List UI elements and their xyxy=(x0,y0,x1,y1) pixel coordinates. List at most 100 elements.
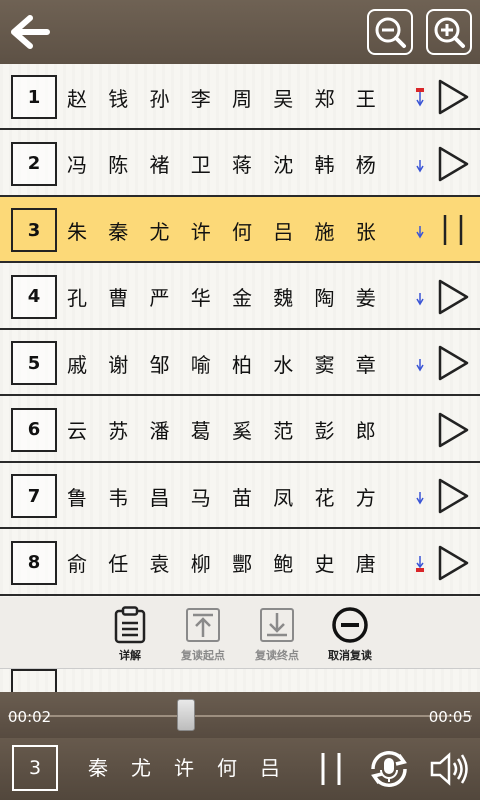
surname[interactable]: 陶 xyxy=(315,282,356,311)
back-button[interactable] xyxy=(8,10,52,54)
list-item[interactable]: 7鲁韦昌马苗凤花方 xyxy=(0,463,480,529)
surname[interactable]: 金 xyxy=(232,282,273,311)
surname[interactable]: 史 xyxy=(315,548,356,577)
zoom-in-button[interactable] xyxy=(426,9,472,55)
surname[interactable]: 陈 xyxy=(108,149,149,178)
surname[interactable]: 任 xyxy=(108,548,149,577)
surname[interactable]: 韦 xyxy=(108,482,149,511)
row-pause-button[interactable] xyxy=(434,211,472,249)
surname[interactable]: 施 xyxy=(315,216,356,245)
list-item[interactable]: 2冯陈褚卫蒋沈韩杨 xyxy=(0,131,480,197)
surname[interactable]: 沈 xyxy=(273,149,314,178)
surname[interactable]: 尤 xyxy=(150,216,191,245)
row-names: 赵钱孙李周吴郑王 xyxy=(67,64,397,130)
surname[interactable]: 戚 xyxy=(67,349,108,378)
list-item[interactable]: 6云苏潘葛奚范彭郎 xyxy=(0,397,480,463)
current-names: 秦尤许何吕 xyxy=(88,752,303,781)
surname[interactable]: 秦 xyxy=(108,216,149,245)
surname[interactable]: 吴 xyxy=(273,83,314,112)
surname[interactable]: 马 xyxy=(191,482,232,511)
surname[interactable]: 郑 xyxy=(315,83,356,112)
surname[interactable]: 郎 xyxy=(356,415,397,444)
surname[interactable]: 昌 xyxy=(150,482,191,511)
surname[interactable]: 孔 xyxy=(67,282,108,311)
surname[interactable]: 范 xyxy=(273,415,314,444)
surname[interactable]: 方 xyxy=(356,482,397,511)
list-item[interactable]: 4孔曹严华金魏陶姜 xyxy=(0,264,480,330)
surname[interactable]: 苏 xyxy=(108,415,149,444)
repeat-start-button[interactable]: 复读起点 xyxy=(163,605,243,663)
row-play-button[interactable] xyxy=(434,145,472,183)
surname[interactable]: 吕 xyxy=(273,216,314,245)
zoom-out-button[interactable] xyxy=(367,9,413,55)
surname[interactable]: 张 xyxy=(356,216,397,245)
surname[interactable]: 孙 xyxy=(150,83,191,112)
surname[interactable]: 窦 xyxy=(315,349,356,378)
progress-slider[interactable] xyxy=(0,692,480,738)
surname[interactable]: 华 xyxy=(191,282,232,311)
list-item[interactable]: 3朱秦尤许何吕施张 xyxy=(0,197,480,263)
repeat-mode-button[interactable] xyxy=(364,746,414,792)
surname[interactable]: 钱 xyxy=(108,83,149,112)
zoom-in-icon xyxy=(434,17,465,48)
volume-button[interactable] xyxy=(428,748,472,790)
pause-button[interactable] xyxy=(315,750,347,788)
surname[interactable]: 魏 xyxy=(273,282,314,311)
repeat-start-icon xyxy=(186,608,220,642)
surname[interactable]: 周 xyxy=(232,83,273,112)
list-item[interactable]: 8俞任袁柳酆鲍史唐 xyxy=(0,530,480,596)
surname[interactable]: 王 xyxy=(356,83,397,112)
row-play-button[interactable] xyxy=(434,344,472,382)
surname[interactable]: 姜 xyxy=(356,282,397,311)
list-item[interactable]: 1赵钱孙李周吴郑王 xyxy=(0,64,480,130)
surname[interactable]: 严 xyxy=(150,282,191,311)
row-play-button[interactable] xyxy=(434,544,472,582)
repeat-marker-icon xyxy=(412,552,428,574)
row-play-button[interactable] xyxy=(434,78,472,116)
surname[interactable]: 卫 xyxy=(191,149,232,178)
surname[interactable]: 喻 xyxy=(191,349,232,378)
surname[interactable]: 柏 xyxy=(232,349,273,378)
surname[interactable]: 水 xyxy=(273,349,314,378)
surname[interactable]: 邹 xyxy=(150,349,191,378)
cancel-repeat-button[interactable]: 取消复读 xyxy=(310,605,390,663)
row-play-button[interactable] xyxy=(434,278,472,316)
surname[interactable]: 潘 xyxy=(150,415,191,444)
surname[interactable]: 李 xyxy=(191,83,232,112)
surname[interactable]: 褚 xyxy=(150,149,191,178)
surname[interactable]: 俞 xyxy=(67,548,108,577)
progress-thumb[interactable] xyxy=(177,699,196,731)
surname[interactable]: 云 xyxy=(67,415,108,444)
surname[interactable]: 奚 xyxy=(232,415,273,444)
surname[interactable]: 曹 xyxy=(108,282,149,311)
surname[interactable]: 许 xyxy=(191,216,232,245)
surname[interactable]: 蒋 xyxy=(232,149,273,178)
row-play-button[interactable] xyxy=(434,477,472,515)
row-names: 孔曹严华金魏陶姜 xyxy=(67,264,397,330)
surname[interactable]: 韩 xyxy=(315,149,356,178)
surname[interactable]: 唐 xyxy=(356,548,397,577)
surname[interactable]: 赵 xyxy=(67,83,108,112)
row-play-button[interactable] xyxy=(434,411,472,449)
row-names: 俞任袁柳酆鲍史唐 xyxy=(67,530,397,596)
surname[interactable]: 凤 xyxy=(273,482,314,511)
surname[interactable]: 袁 xyxy=(150,548,191,577)
surname[interactable]: 酆 xyxy=(232,548,273,577)
surname[interactable]: 葛 xyxy=(191,415,232,444)
list-item[interactable]: 5戚谢邹喻柏水窦章 xyxy=(0,330,480,396)
surname[interactable]: 何 xyxy=(232,216,273,245)
surname[interactable]: 章 xyxy=(356,349,397,378)
surname[interactable]: 朱 xyxy=(67,216,108,245)
surname[interactable]: 柳 xyxy=(191,548,232,577)
surname[interactable]: 苗 xyxy=(232,482,273,511)
surname[interactable]: 冯 xyxy=(67,149,108,178)
surname[interactable]: 彭 xyxy=(315,415,356,444)
surname[interactable]: 谢 xyxy=(108,349,149,378)
surname[interactable]: 鲍 xyxy=(273,548,314,577)
details-button[interactable]: 详解 xyxy=(90,605,170,663)
details-label: 详解 xyxy=(119,649,141,662)
surname[interactable]: 花 xyxy=(315,482,356,511)
repeat-end-button[interactable]: 复读终点 xyxy=(237,605,317,663)
surname[interactable]: 鲁 xyxy=(67,482,108,511)
surname[interactable]: 杨 xyxy=(356,149,397,178)
